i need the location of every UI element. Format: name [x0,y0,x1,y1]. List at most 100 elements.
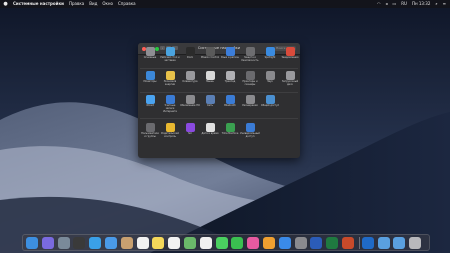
time-machine-icon [225,123,235,132]
pref-network[interactable]: Сеть [200,93,220,114]
pref-trackpad[interactable]: Трекпад [220,69,240,90]
pref-sound[interactable]: Звук [260,69,280,90]
dock-divider [358,237,360,249]
pref-label: Dock [186,56,193,59]
pref-mouse[interactable]: Мышь [200,69,220,90]
pref-label: Универсальный доступ [240,132,260,138]
volume-icon[interactable]: ◂ [385,0,387,8]
displays-icon [145,71,155,80]
maps-icon[interactable] [184,237,196,249]
pref-label: Клавиатура [182,80,198,83]
spotlight-icon [265,47,275,56]
photos-icon[interactable] [199,237,212,249]
sound-icon [265,71,275,80]
pref-label: Основные [143,56,157,59]
contacts-icon[interactable] [120,237,133,249]
pref-mission-control[interactable]: Mission Control [200,45,220,66]
system-preferences-window: ‹ › Системные настройки Поиск ОсновныеРа… [138,43,300,158]
pref-label: Дата и время [201,132,219,135]
section-divider [140,92,298,93]
pref-label: Сеть [207,104,213,107]
pref-label: Защита и безопасность [241,56,259,62]
menu-view[interactable]: Вид [89,0,97,8]
messages-icon[interactable] [215,237,228,249]
general-icon [145,47,155,56]
pref-date-time[interactable]: Дата и время [200,121,220,142]
pref-general[interactable]: Основные [140,45,160,66]
facetime-icon[interactable] [231,237,244,249]
outlook-icon[interactable] [361,237,374,249]
powerpoint-icon[interactable] [342,237,354,249]
pref-printers[interactable]: Принтеры и сканеры [240,69,260,90]
sharing-icon [265,95,275,104]
keyboard-icon [185,71,195,80]
downloads-folder-icon[interactable] [377,237,390,249]
pref-label: Рабочий стол и заставка [160,56,180,62]
trash-icon[interactable] [409,237,422,249]
pref-extensions[interactable]: Расширения [240,93,260,114]
pref-security[interactable]: Защита и безопасность [240,45,260,66]
system-preferences-icon[interactable] [294,237,307,249]
mission-control-icon [205,47,215,56]
pref-energy[interactable]: Экономия энергии [160,69,180,90]
icloud-icon [145,95,155,104]
pref-label: Siri [188,132,192,135]
mail-icon[interactable] [105,237,117,249]
spotlight-menu-icon[interactable]: ⌕ [435,0,437,8]
preferences-row: Основные Рабочий стол и заставка Dock Missi… [138,45,300,67]
pref-software-update[interactable]: Обновление ПО [180,93,200,114]
accessibility-icon [245,123,255,132]
reminders-icon[interactable] [168,237,181,249]
notifications-icon [285,47,295,56]
word-icon[interactable] [310,237,323,249]
security-icon [245,47,255,56]
notification-center-icon[interactable]: ≡ [443,0,446,8]
menu-edit[interactable]: Правка [69,0,84,8]
battery-icon[interactable]: ▭ [392,0,396,8]
pref-label: Звук [267,80,273,83]
menu-help[interactable]: Справка [118,0,136,8]
pref-label: Time Machine [221,132,239,135]
itunes-icon[interactable] [247,237,260,249]
apple-menu-icon[interactable]: ● [3,0,8,8]
calendar-icon[interactable] [136,237,149,249]
pref-keyboard[interactable]: Клавиатура [180,69,200,90]
pref-displays[interactable]: Мониторы [140,69,160,90]
pref-sharing[interactable]: Общий доступ [260,93,280,114]
pref-parental-controls[interactable]: Родительский контроль [160,121,180,142]
preferences-row: iCloud Учетные записи Интернета Обновление… [138,93,300,115]
menu-window[interactable]: Окно [102,0,113,8]
menu-app-name[interactable]: Системные настройки [13,0,64,8]
pref-startup-disk[interactable]: Загрузочный диск [280,69,300,90]
launchpad-icon[interactable] [57,237,70,249]
app-store-icon[interactable] [278,237,291,249]
pref-dock[interactable]: Dock [180,45,200,66]
mouse-icon [205,71,215,80]
mission-control-icon[interactable] [73,237,86,249]
excel-icon[interactable] [326,237,339,249]
pref-time-machine[interactable]: Time Machine [220,121,240,142]
pref-icloud[interactable]: iCloud [140,93,160,114]
pref-internet-accounts[interactable]: Учетные записи Интернета [160,93,180,114]
books-icon[interactable] [263,237,275,249]
pref-notifications[interactable]: Уведомления [280,45,300,66]
notes-icon[interactable] [152,237,165,249]
finder-icon[interactable] [26,237,38,249]
clock[interactable]: Пн 13:32 [412,0,430,8]
keyboard-layout[interactable]: RU [401,0,407,8]
documents-folder-icon[interactable] [393,237,406,249]
siri-icon[interactable] [41,237,54,249]
pref-users[interactable]: Пользователи и группы [140,121,160,142]
pref-spotlight[interactable]: Spotlight [260,45,280,66]
preferences-row: Мониторы Экономия энергии Клавиатура Мышь Тр… [138,69,300,91]
pref-siri[interactable]: Siri [180,121,200,142]
wifi-icon[interactable]: ◠ [377,0,381,8]
pref-label: Расширения [242,104,258,107]
internet-accounts-icon [165,95,175,104]
safari-icon[interactable] [89,237,102,249]
pref-language[interactable]: Язык и регион [220,45,240,66]
pref-desktop[interactable]: Рабочий стол и заставка [160,45,180,66]
pref-accessibility[interactable]: Универсальный доступ [240,121,260,142]
date-time-icon [205,123,215,132]
pref-bluetooth[interactable]: Bluetooth [220,93,240,114]
